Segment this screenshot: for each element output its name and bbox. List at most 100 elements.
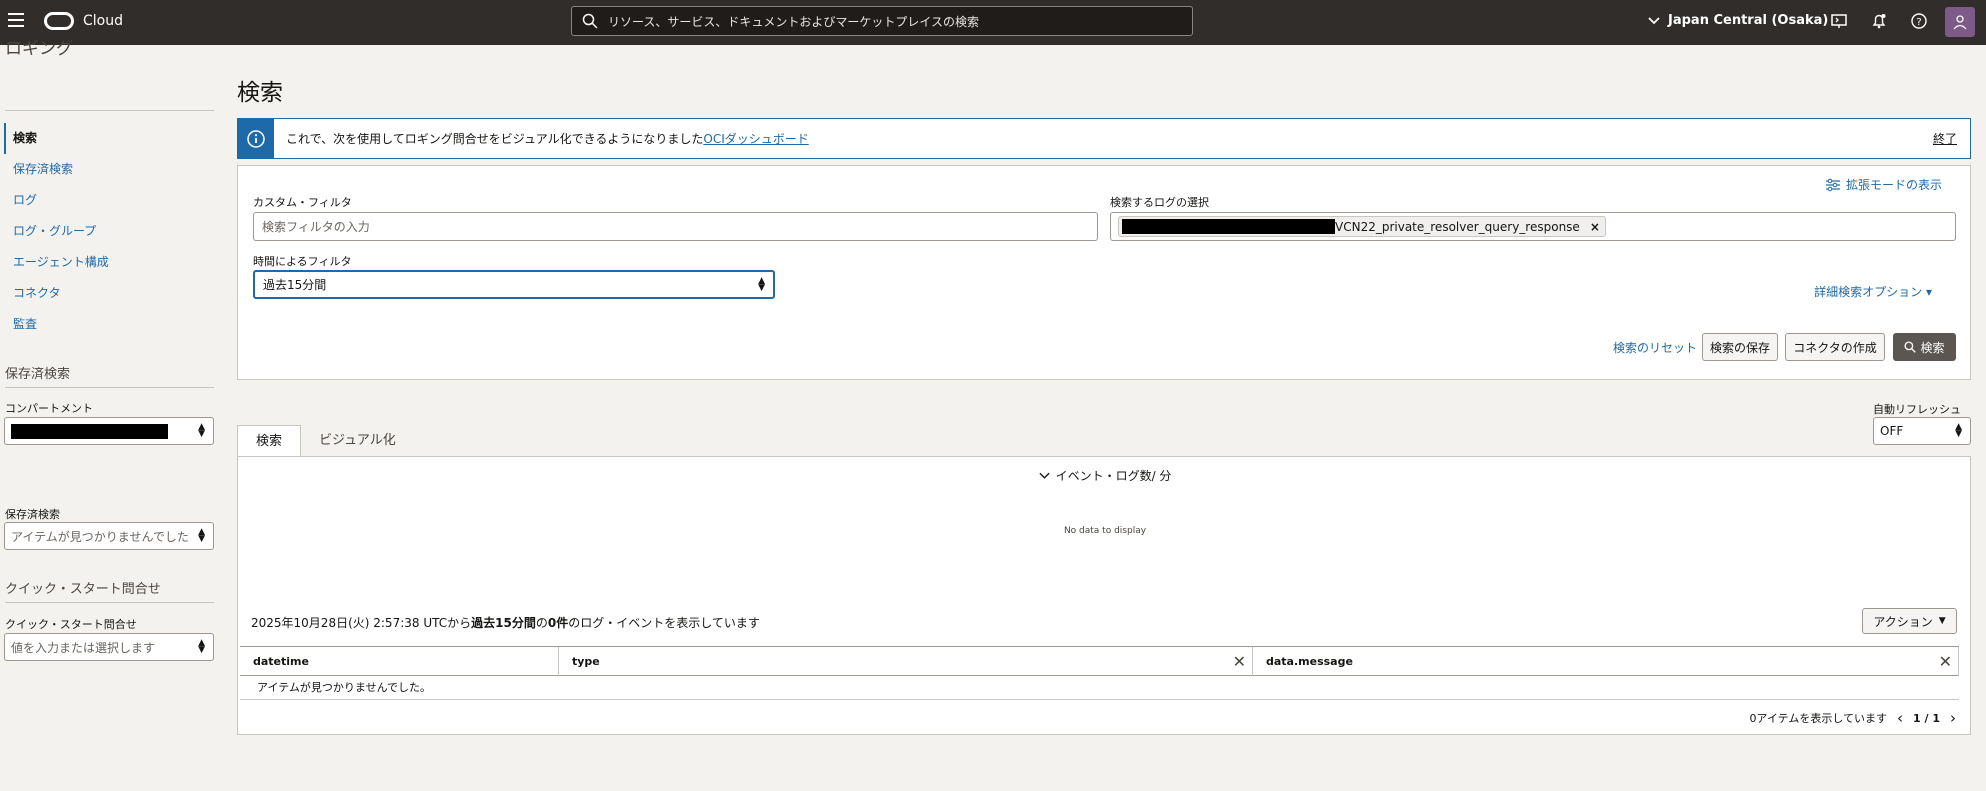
sidebar-divider (5, 110, 214, 111)
redacted-compartment (11, 423, 168, 439)
oracle-logo-icon[interactable] (44, 12, 74, 30)
remove-column-icon[interactable]: ✕ (1233, 647, 1246, 676)
sidebar-title: ロギング (5, 39, 73, 59)
global-search-input[interactable]: リソース、サービス、ドキュメントおよびマーケットプレイスの検索 (571, 6, 1193, 36)
info-banner: これで、次を使用してロギング問合せをビジュアル化できるようになりましたOCIダッ… (237, 118, 1971, 159)
tab-search[interactable]: 検索 (237, 425, 302, 456)
summary-prefix: 2025年10月28日(火) 2:57:38 UTCから (251, 616, 472, 630)
sidebar-nav: 検索 保存済検索 ログ ログ・グループ エージェント構成 コネクタ 監査 (4, 123, 214, 340)
remove-column-icon[interactable]: ✕ (1939, 647, 1952, 676)
advanced-options-link[interactable]: 詳細検索オプション ▾ (1814, 283, 1932, 300)
custom-filter-input[interactable]: 検索フィルタの入力 (253, 212, 1098, 241)
log-chip: VCN22_private_resolver_query_response × (1118, 216, 1606, 237)
summary-suffix: のログ・イベントを表示しています (568, 616, 760, 630)
info-icon (238, 119, 274, 158)
compartment-select[interactable]: ▲ ▼ (4, 417, 214, 445)
summary-count: 0件 (547, 616, 569, 630)
column-label: type (572, 655, 600, 668)
sidebar-item-log-groups[interactable]: ログ・グループ (4, 216, 214, 247)
quickstart-placeholder: 値を入力または選択します (11, 640, 156, 655)
quickstart-section-title: クイック・スタート問合せ (5, 582, 161, 597)
prev-page-icon[interactable]: ‹ (1897, 709, 1903, 727)
custom-filter-label: カスタム・フィルタ (253, 196, 352, 209)
next-page-icon[interactable]: › (1950, 709, 1956, 727)
quickstart-label: クイック・スタート問合せ (5, 618, 137, 631)
empty-table-row: アイテムが見つかりませんでした。 (240, 676, 1959, 700)
sidebar-item-search[interactable]: 検索 (4, 123, 214, 154)
top-bar: Cloud リソース、サービス、ドキュメントおよびマーケットプレイスの検索 Ja… (0, 0, 1986, 45)
actions-label: アクション (1873, 614, 1933, 629)
page-title: 検索 (237, 80, 283, 106)
updown-icon: ▲ ▼ (198, 527, 205, 544)
footer-count: 0アイテムを表示しています (1749, 712, 1888, 725)
user-icon (1953, 15, 1967, 30)
summary-mid: の (535, 616, 548, 630)
sidebar-item-logs[interactable]: ログ (4, 185, 214, 216)
sidebar-item-agent-config[interactable]: エージェント構成 (4, 247, 214, 278)
region-selector[interactable]: Japan Central (Osaka) (1648, 13, 1828, 28)
search-button-label: 検索 (1920, 340, 1945, 355)
updown-icon: ▲ ▼ (758, 276, 765, 293)
chevron-down-icon (1038, 472, 1050, 479)
column-type[interactable]: type ✕ (559, 647, 1253, 676)
saved-search-label: 保存済検索 (5, 508, 60, 521)
filter-panel: 拡張モードの表示 カスタム・フィルタ 検索フィルタの入力 検索するログの選択 V… (237, 165, 1971, 380)
table-header: datetime type ✕ data.message ✕ (240, 646, 1959, 676)
advanced-mode-link[interactable]: 拡張モードの表示 (1825, 176, 1942, 193)
saved-search-select[interactable]: アイテムが見つかりませんでした ▲ ▼ (4, 522, 214, 550)
result-tabs: 検索 ビジュアル化 (237, 425, 414, 456)
compartment-label: コンパートメント (5, 402, 93, 415)
updown-icon: ▲ ▼ (198, 422, 205, 439)
column-label: datetime (253, 655, 309, 668)
tab-visualize[interactable]: ビジュアル化 (301, 425, 414, 456)
quickstart-select[interactable]: 値を入力または選択します ▲ ▼ (4, 633, 214, 661)
updown-icon: ▲ ▼ (1955, 422, 1962, 439)
sidebar-item-saved-searches[interactable]: 保存済検索 (4, 154, 214, 185)
region-label: Japan Central (Osaka) (1668, 13, 1829, 28)
notification-bell-icon[interactable] (1870, 12, 1888, 30)
chevron-down-icon (1648, 16, 1660, 24)
reset-search-link[interactable]: 検索のリセット (1613, 339, 1697, 356)
log-select-label: 検索するログの選択 (1110, 196, 1209, 209)
summary-range: 過去15分間 (471, 616, 536, 630)
sidebar-item-audit[interactable]: 監査 (4, 309, 214, 340)
saved-section-title: 保存済検索 (5, 367, 71, 382)
column-label: data.message (1266, 655, 1353, 668)
help-icon[interactable]: ? (1910, 12, 1928, 30)
column-data-message[interactable]: data.message ✕ (1253, 647, 1959, 676)
advanced-mode-label: 拡張モードの表示 (1845, 178, 1942, 192)
auto-refresh-select[interactable]: OFF ▲ ▼ (1873, 417, 1971, 445)
auto-refresh-label: 自動リフレッシュ (1873, 403, 1961, 416)
auto-refresh-value: OFF (1880, 424, 1904, 438)
log-chip-label: VCN22_private_resolver_query_response (1335, 219, 1580, 234)
sidebar-divider (5, 387, 214, 388)
time-filter-label: 時間によるフィルタ (253, 255, 352, 268)
svg-text:?: ? (1916, 17, 1921, 28)
user-avatar[interactable] (1945, 7, 1975, 37)
time-filter-select[interactable]: 過去15分間 ▲ ▼ (253, 270, 775, 299)
results-panel: イベント・ログ数/ 分 No data to display 2025年10月2… (237, 456, 1971, 735)
banner-text: これで、次を使用してロギング問合せをビジュアル化できるようになりましたOCIダッ… (286, 130, 809, 147)
no-data-text: No data to display (1063, 526, 1147, 536)
sidebar-item-connectors[interactable]: コネクタ (4, 278, 214, 309)
histogram-toggle[interactable]: イベント・ログ数/ 分 (238, 467, 1972, 484)
brand-name[interactable]: Cloud (83, 13, 123, 29)
menu-icon[interactable] (8, 13, 24, 27)
save-search-button[interactable]: 検索の保存 (1702, 333, 1778, 361)
updown-icon: ▲ ▼ (198, 638, 205, 655)
global-search-placeholder: リソース、サービス、ドキュメントおよびマーケットプレイスの検索 (608, 14, 980, 29)
search-button[interactable]: 検索 (1893, 333, 1956, 361)
log-table: datetime type ✕ data.message ✕ アイテムが見つかりませ… (240, 646, 1959, 700)
saved-search-placeholder: アイテムが見つかりませんでした (11, 529, 189, 544)
chip-remove-icon[interactable]: × (1590, 220, 1600, 234)
custom-filter-placeholder: 検索フィルタの入力 (262, 220, 370, 234)
oci-dashboard-link[interactable]: OCIダッシュボード (703, 132, 808, 146)
banner-close-link[interactable]: 終了 (1933, 130, 1957, 147)
cloud-shell-icon[interactable] (1830, 12, 1848, 30)
log-select-input[interactable]: VCN22_private_resolver_query_response × (1110, 212, 1956, 241)
column-datetime[interactable]: datetime (240, 647, 559, 676)
redacted-log-path (1122, 219, 1335, 234)
create-connector-button[interactable]: コネクタの作成 (1785, 333, 1885, 361)
actions-button[interactable]: アクション ▼ (1862, 608, 1957, 634)
time-filter-value: 過去15分間 (263, 278, 327, 292)
